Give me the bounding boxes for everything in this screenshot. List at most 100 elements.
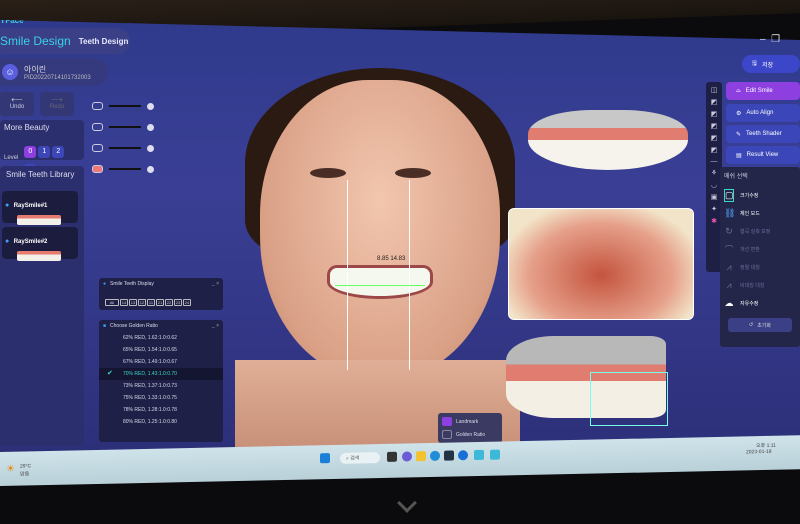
result-view-button[interactable]: ▤ Result View — [726, 146, 800, 164]
tooth-icon: ● — [5, 238, 10, 245]
view-front-icon[interactable]: ◫ — [711, 86, 718, 94]
tab-teeth-design[interactable]: Teeth Design — [79, 37, 129, 46]
color-icon[interactable]: ✱ — [711, 217, 717, 225]
level-1-button[interactable]: 1 — [38, 146, 51, 158]
measurement-label: 8.85 14.83 — [377, 256, 406, 262]
rayface-icon[interactable] — [474, 449, 484, 461]
tooth-14-button[interactable]: 14 — [120, 299, 128, 306]
edit-smile-label: Edit Smile — [745, 88, 773, 94]
monitor-chevron-logo — [397, 493, 417, 513]
undo-button[interactable]: ⟵ Undo — [0, 92, 34, 116]
ratio-option[interactable]: 67% RED, 1.49:1.0:0.67 — [99, 356, 223, 368]
teeth-icon — [92, 123, 103, 131]
brush-icon: ✎ — [736, 131, 742, 138]
cube-icon[interactable]: ◩ — [711, 122, 718, 130]
lips-icon[interactable]: ◡ — [711, 181, 717, 189]
mesh-menu: 메쉬 선택 ▢ 크기수정 ⛓ 체인 모드 ↻ 협곡 실측 보정 ⌒ 개선 변환 ⩘ 정렬 … — [720, 167, 800, 347]
menu-label: 협곡 실측 보정 — [740, 228, 771, 235]
slider-knob[interactable] — [147, 144, 154, 152]
reset-button[interactable]: ↺ 초기화 — [728, 318, 792, 332]
teeth-row-icon — [92, 144, 103, 152]
ratio-icon: ■ — [103, 323, 107, 329]
slider-face[interactable] — [92, 102, 154, 110]
tooth-icon[interactable]: ⚘ — [711, 169, 717, 177]
slider-gum[interactable] — [92, 165, 154, 173]
menu-item[interactable]: ⩘ 비대칭 대칭 — [724, 276, 796, 294]
cube-icon[interactable]: ◩ — [711, 146, 718, 154]
tooth-24-button[interactable]: 24 — [183, 299, 191, 306]
teeth-shader-button[interactable]: ✎ Teeth Shader — [726, 125, 800, 143]
slider-teeth-width[interactable] — [92, 123, 154, 131]
start-icon[interactable] — [320, 453, 330, 464]
patient-info: ☺ 아이린 PID20220714101732003 — [0, 58, 108, 86]
checkbox-icon — [442, 430, 452, 439]
tooth-23-button[interactable]: 23 — [174, 299, 182, 306]
patient-name: 아이린 — [24, 64, 47, 74]
arch-icon: ⌒ — [724, 244, 734, 255]
menu-item[interactable]: ↻ 협곡 실측 보정 — [724, 222, 796, 240]
chat-icon[interactable] — [402, 451, 412, 462]
tooth-21-button[interactable]: 21 — [156, 299, 164, 306]
ratio-option[interactable]: 65% RED, 1.54:1.0:0.65 — [99, 344, 223, 356]
taskview-icon[interactable] — [387, 451, 397, 462]
menu-item[interactable]: ⩘ 정렬 대칭 — [724, 258, 796, 276]
face-viewport[interactable]: 8.85 14.83 — [235, 60, 520, 450]
store-icon[interactable] — [444, 450, 454, 461]
tooth-all-button[interactable]: All — [105, 299, 119, 306]
search-box[interactable]: ⌕ 검색 — [340, 452, 380, 464]
menu-item[interactable]: ⌒ 개선 변환 — [724, 240, 796, 258]
cube-icon[interactable]: ◩ — [711, 110, 718, 118]
menu-chain-mode[interactable]: ⛓ 체인 모드 — [724, 204, 796, 222]
tooth-11-button[interactable]: 11 — [147, 299, 155, 306]
more-beauty-panel: More Beauty Level 0123 — [0, 120, 84, 176]
auto-align-button[interactable]: ⚙ Auto Align — [726, 104, 800, 122]
rayface-icon[interactable] — [490, 449, 500, 460]
ratio-option[interactable]: 62% RED, 1.62:1.0:0.62 — [99, 332, 223, 344]
tooth-22-button[interactable]: 22 — [165, 299, 173, 306]
minimize-icon[interactable]: – — [760, 34, 766, 45]
teeth-display-title: Smile Teeth Display — [110, 281, 154, 287]
tooth-12-button[interactable]: 12 — [138, 299, 146, 306]
restore-icon[interactable]: ❐ — [771, 34, 780, 45]
folder-icon[interactable] — [416, 451, 426, 462]
golden-ratio-toggle[interactable]: Golden Ratio — [442, 428, 498, 441]
tooth-icon: ⌓ — [736, 87, 741, 94]
slider-knob[interactable] — [147, 165, 154, 173]
level-2-button[interactable]: 2 — [52, 146, 65, 158]
close-icon[interactable]: _ × — [212, 281, 219, 287]
library-item-raysmile2[interactable]: ● RaySmile#2 — [2, 227, 78, 261]
monitor-icon[interactable]: ▣ — [711, 193, 718, 201]
redo-button[interactable]: ⟶ Redo — [40, 92, 74, 116]
golden-ratio-label: Golden Ratio — [456, 431, 486, 438]
axis-icon[interactable]: ✦ — [711, 205, 717, 213]
ratio-option[interactable]: 78% RED, 1.28:1.0:0.78 — [99, 404, 223, 416]
undo-arrow-icon: ⟵ — [11, 95, 23, 104]
patient-id: PID20220714101732003 — [24, 74, 91, 81]
tooth-13-button[interactable]: 13 — [129, 299, 137, 306]
ratio-option[interactable]: 80% RED, 1.25:1.0:0.80 — [99, 416, 223, 428]
document-icon: ▤ — [736, 152, 742, 159]
cube-icon[interactable]: ◩ — [711, 98, 718, 106]
close-icon[interactable]: _ × — [212, 323, 219, 329]
eye-icon — [442, 417, 452, 426]
menu-resize[interactable]: ▢ 크기수정 — [724, 186, 796, 204]
teeth-shader-label: Teeth Shader — [746, 131, 782, 137]
display-icon: ● — [103, 281, 107, 287]
slider-knob[interactable] — [147, 102, 154, 110]
slider-knob[interactable] — [147, 123, 154, 131]
library-item-raysmile1[interactable]: ● RaySmile#1 — [2, 191, 78, 225]
ratio-option-selected[interactable]: 70% RED, 1.43:1.0:0.70 — [99, 368, 223, 380]
ratio-option[interactable]: 73% RED, 1.37:1.0:0.73 — [99, 380, 223, 392]
level-0-button[interactable]: 0 — [24, 146, 37, 158]
save-button[interactable]: 🖫 저장 — [742, 55, 800, 73]
edge-icon[interactable] — [430, 450, 440, 461]
app-icon[interactable] — [458, 450, 468, 461]
result-view-label: Result View — [746, 152, 779, 158]
cube-icon[interactable]: ◩ — [711, 134, 718, 142]
landmark-toggle[interactable]: Landmark — [442, 415, 498, 428]
ratio-option[interactable]: 75% RED, 1.33:1.0:0.75 — [99, 392, 223, 404]
asymmetry-icon: ⩘ — [726, 279, 732, 290]
edit-smile-button[interactable]: ⌓ Edit Smile — [726, 82, 800, 100]
slider-teeth-length[interactable] — [92, 144, 154, 152]
menu-free-edit[interactable]: ☁ 자유수정 — [724, 294, 796, 312]
